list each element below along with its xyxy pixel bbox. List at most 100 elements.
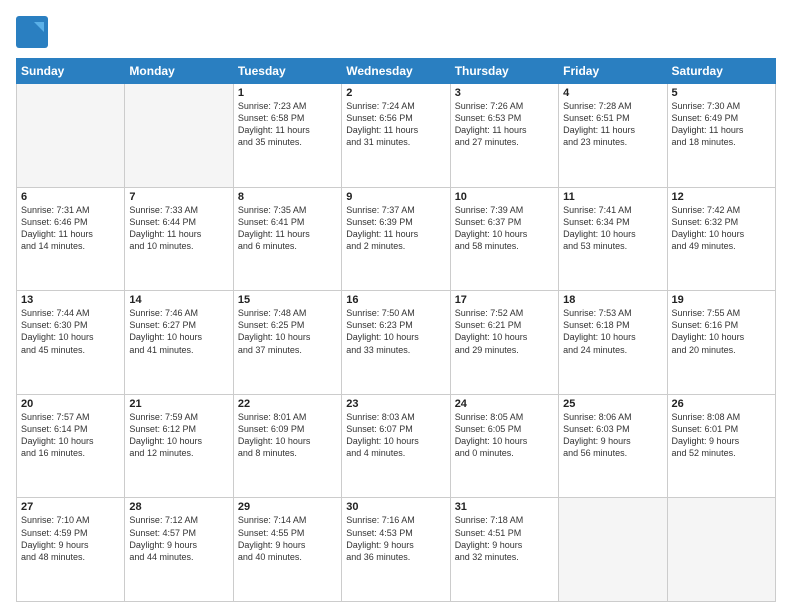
day-number: 2	[346, 87, 445, 99]
calendar-day-cell: 26Sunrise: 8:08 AM Sunset: 6:01 PM Dayli…	[667, 394, 775, 498]
day-number: 26	[672, 398, 771, 410]
day-number: 16	[346, 294, 445, 306]
calendar-day-cell: 23Sunrise: 8:03 AM Sunset: 6:07 PM Dayli…	[342, 394, 450, 498]
calendar-day-cell: 11Sunrise: 7:41 AM Sunset: 6:34 PM Dayli…	[559, 187, 667, 291]
calendar-day-cell: 22Sunrise: 8:01 AM Sunset: 6:09 PM Dayli…	[233, 394, 341, 498]
calendar-table: SundayMondayTuesdayWednesdayThursdayFrid…	[16, 58, 776, 602]
calendar-day-cell: 19Sunrise: 7:55 AM Sunset: 6:16 PM Dayli…	[667, 291, 775, 395]
day-number: 5	[672, 87, 771, 99]
day-detail: Sunrise: 7:10 AM Sunset: 4:59 PM Dayligh…	[21, 514, 120, 563]
day-detail: Sunrise: 7:37 AM Sunset: 6:39 PM Dayligh…	[346, 204, 445, 253]
day-detail: Sunrise: 7:55 AM Sunset: 6:16 PM Dayligh…	[672, 307, 771, 356]
day-number: 6	[21, 191, 120, 203]
day-number: 20	[21, 398, 120, 410]
calendar-header-row: SundayMondayTuesdayWednesdayThursdayFrid…	[17, 59, 776, 84]
calendar-day-cell: 9Sunrise: 7:37 AM Sunset: 6:39 PM Daylig…	[342, 187, 450, 291]
calendar-day-cell: 28Sunrise: 7:12 AM Sunset: 4:57 PM Dayli…	[125, 498, 233, 602]
day-detail: Sunrise: 7:35 AM Sunset: 6:41 PM Dayligh…	[238, 204, 337, 253]
calendar-day-cell: 1Sunrise: 7:23 AM Sunset: 6:58 PM Daylig…	[233, 84, 341, 188]
day-detail: Sunrise: 7:28 AM Sunset: 6:51 PM Dayligh…	[563, 100, 662, 149]
day-detail: Sunrise: 7:31 AM Sunset: 6:46 PM Dayligh…	[21, 204, 120, 253]
day-number: 29	[238, 501, 337, 513]
day-number: 7	[129, 191, 228, 203]
calendar-week-row: 13Sunrise: 7:44 AM Sunset: 6:30 PM Dayli…	[17, 291, 776, 395]
day-detail: Sunrise: 7:52 AM Sunset: 6:21 PM Dayligh…	[455, 307, 554, 356]
day-detail: Sunrise: 7:48 AM Sunset: 6:25 PM Dayligh…	[238, 307, 337, 356]
calendar-day-cell: 4Sunrise: 7:28 AM Sunset: 6:51 PM Daylig…	[559, 84, 667, 188]
calendar-day-cell	[17, 84, 125, 188]
day-detail: Sunrise: 7:18 AM Sunset: 4:51 PM Dayligh…	[455, 514, 554, 563]
day-detail: Sunrise: 7:24 AM Sunset: 6:56 PM Dayligh…	[346, 100, 445, 149]
day-number: 24	[455, 398, 554, 410]
day-detail: Sunrise: 7:16 AM Sunset: 4:53 PM Dayligh…	[346, 514, 445, 563]
calendar-day-cell	[125, 84, 233, 188]
day-number: 10	[455, 191, 554, 203]
calendar-header-cell: Friday	[559, 59, 667, 84]
day-detail: Sunrise: 7:12 AM Sunset: 4:57 PM Dayligh…	[129, 514, 228, 563]
calendar-day-cell: 14Sunrise: 7:46 AM Sunset: 6:27 PM Dayli…	[125, 291, 233, 395]
calendar-header-cell: Saturday	[667, 59, 775, 84]
day-detail: Sunrise: 7:26 AM Sunset: 6:53 PM Dayligh…	[455, 100, 554, 149]
day-detail: Sunrise: 7:14 AM Sunset: 4:55 PM Dayligh…	[238, 514, 337, 563]
day-number: 9	[346, 191, 445, 203]
calendar-day-cell: 13Sunrise: 7:44 AM Sunset: 6:30 PM Dayli…	[17, 291, 125, 395]
logo-icon	[16, 16, 48, 48]
day-number: 12	[672, 191, 771, 203]
calendar-week-row: 27Sunrise: 7:10 AM Sunset: 4:59 PM Dayli…	[17, 498, 776, 602]
day-detail: Sunrise: 8:05 AM Sunset: 6:05 PM Dayligh…	[455, 411, 554, 460]
logo	[16, 16, 50, 48]
calendar-day-cell: 12Sunrise: 7:42 AM Sunset: 6:32 PM Dayli…	[667, 187, 775, 291]
day-detail: Sunrise: 7:44 AM Sunset: 6:30 PM Dayligh…	[21, 307, 120, 356]
day-detail: Sunrise: 7:41 AM Sunset: 6:34 PM Dayligh…	[563, 204, 662, 253]
calendar-day-cell: 7Sunrise: 7:33 AM Sunset: 6:44 PM Daylig…	[125, 187, 233, 291]
calendar-day-cell: 24Sunrise: 8:05 AM Sunset: 6:05 PM Dayli…	[450, 394, 558, 498]
day-number: 23	[346, 398, 445, 410]
day-number: 13	[21, 294, 120, 306]
calendar-day-cell: 6Sunrise: 7:31 AM Sunset: 6:46 PM Daylig…	[17, 187, 125, 291]
calendar-day-cell: 5Sunrise: 7:30 AM Sunset: 6:49 PM Daylig…	[667, 84, 775, 188]
calendar-header-cell: Monday	[125, 59, 233, 84]
day-number: 1	[238, 87, 337, 99]
day-detail: Sunrise: 8:08 AM Sunset: 6:01 PM Dayligh…	[672, 411, 771, 460]
calendar-day-cell: 16Sunrise: 7:50 AM Sunset: 6:23 PM Dayli…	[342, 291, 450, 395]
day-number: 31	[455, 501, 554, 513]
day-detail: Sunrise: 7:30 AM Sunset: 6:49 PM Dayligh…	[672, 100, 771, 149]
day-number: 15	[238, 294, 337, 306]
calendar-day-cell: 2Sunrise: 7:24 AM Sunset: 6:56 PM Daylig…	[342, 84, 450, 188]
day-number: 3	[455, 87, 554, 99]
day-detail: Sunrise: 8:03 AM Sunset: 6:07 PM Dayligh…	[346, 411, 445, 460]
day-number: 19	[672, 294, 771, 306]
day-number: 11	[563, 191, 662, 203]
day-number: 22	[238, 398, 337, 410]
day-detail: Sunrise: 7:46 AM Sunset: 6:27 PM Dayligh…	[129, 307, 228, 356]
calendar-week-row: 1Sunrise: 7:23 AM Sunset: 6:58 PM Daylig…	[17, 84, 776, 188]
day-number: 28	[129, 501, 228, 513]
calendar-header-cell: Sunday	[17, 59, 125, 84]
calendar-day-cell: 17Sunrise: 7:52 AM Sunset: 6:21 PM Dayli…	[450, 291, 558, 395]
calendar-day-cell: 21Sunrise: 7:59 AM Sunset: 6:12 PM Dayli…	[125, 394, 233, 498]
calendar-week-row: 6Sunrise: 7:31 AM Sunset: 6:46 PM Daylig…	[17, 187, 776, 291]
calendar-day-cell: 25Sunrise: 8:06 AM Sunset: 6:03 PM Dayli…	[559, 394, 667, 498]
page: SundayMondayTuesdayWednesdayThursdayFrid…	[0, 0, 792, 612]
day-number: 30	[346, 501, 445, 513]
calendar-week-row: 20Sunrise: 7:57 AM Sunset: 6:14 PM Dayli…	[17, 394, 776, 498]
calendar-header-cell: Tuesday	[233, 59, 341, 84]
calendar-day-cell	[667, 498, 775, 602]
day-detail: Sunrise: 7:33 AM Sunset: 6:44 PM Dayligh…	[129, 204, 228, 253]
calendar-day-cell: 20Sunrise: 7:57 AM Sunset: 6:14 PM Dayli…	[17, 394, 125, 498]
day-number: 25	[563, 398, 662, 410]
day-number: 14	[129, 294, 228, 306]
header	[16, 16, 776, 48]
day-detail: Sunrise: 7:23 AM Sunset: 6:58 PM Dayligh…	[238, 100, 337, 149]
day-number: 18	[563, 294, 662, 306]
calendar-header-cell: Thursday	[450, 59, 558, 84]
calendar-day-cell: 29Sunrise: 7:14 AM Sunset: 4:55 PM Dayli…	[233, 498, 341, 602]
calendar-day-cell: 30Sunrise: 7:16 AM Sunset: 4:53 PM Dayli…	[342, 498, 450, 602]
day-detail: Sunrise: 7:57 AM Sunset: 6:14 PM Dayligh…	[21, 411, 120, 460]
calendar-day-cell: 18Sunrise: 7:53 AM Sunset: 6:18 PM Dayli…	[559, 291, 667, 395]
calendar-day-cell: 27Sunrise: 7:10 AM Sunset: 4:59 PM Dayli…	[17, 498, 125, 602]
day-number: 8	[238, 191, 337, 203]
calendar-header-cell: Wednesday	[342, 59, 450, 84]
calendar-day-cell	[559, 498, 667, 602]
day-number: 17	[455, 294, 554, 306]
